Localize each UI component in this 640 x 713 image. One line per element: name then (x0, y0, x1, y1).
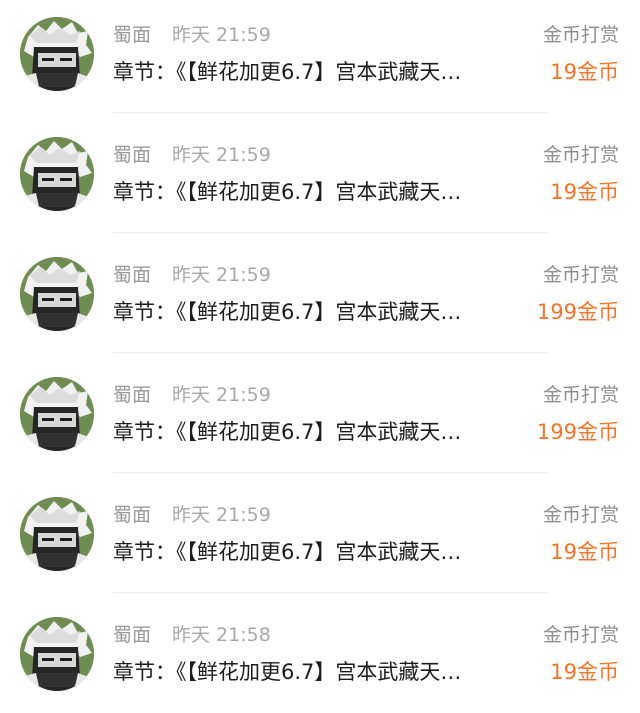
reward-amount: 19金币 (550, 180, 619, 204)
reward-amount: 19金币 (550, 60, 619, 84)
reward-type: 金币打赏 (542, 264, 619, 286)
avatar[interactable] (20, 17, 94, 91)
reward-type: 金币打赏 (542, 24, 619, 46)
user-name[interactable]: 蜀面 (113, 22, 151, 48)
list-item[interactable]: 蜀面 昨天 21:58 金币打赏 章节：《【鲜花加更6.7】宫本武藏天… 19金… (0, 593, 640, 713)
chapter-title[interactable]: 章节：《【鲜花加更6.7】宫本武藏天… (113, 537, 538, 567)
user-name[interactable]: 蜀面 (113, 502, 151, 528)
user-name[interactable]: 蜀面 (113, 262, 151, 288)
reward-time: 昨天 21:59 (172, 24, 271, 46)
list-item[interactable]: 蜀面 昨天 21:59 金币打赏 章节：《【鲜花加更6.7】宫本武藏天… 19金… (0, 0, 640, 113)
reward-amount: 199金币 (536, 420, 619, 444)
reward-amount: 19金币 (550, 660, 619, 684)
avatar[interactable] (20, 257, 94, 331)
list-item[interactable]: 蜀面 昨天 21:59 金币打赏 章节：《【鲜花加更6.7】宫本武藏天… 19金… (0, 113, 640, 233)
avatar[interactable] (20, 497, 94, 571)
reward-type: 金币打赏 (542, 144, 619, 166)
avatar[interactable] (20, 137, 94, 211)
chapter-title[interactable]: 章节：《【鲜花加更6.7】宫本武藏天… (113, 57, 538, 87)
chapter-title[interactable]: 章节：《【鲜花加更6.7】宫本武藏天… (113, 657, 538, 687)
reward-time: 昨天 21:59 (172, 384, 271, 406)
list-item[interactable]: 蜀面 昨天 21:59 金币打赏 章节：《【鲜花加更6.7】宫本武藏天… 199… (0, 233, 640, 353)
reward-list: 蜀面 昨天 21:59 金币打赏 章节：《【鲜花加更6.7】宫本武藏天… 19金… (0, 0, 640, 708)
list-item[interactable]: 蜀面 昨天 21:59 金币打赏 章节：《【鲜花加更6.7】宫本武藏天… 199… (0, 353, 640, 473)
user-name[interactable]: 蜀面 (113, 142, 151, 168)
list-item[interactable]: 蜀面 昨天 21:59 金币打赏 章节：《【鲜花加更6.7】宫本武藏天… 19金… (0, 473, 640, 593)
user-name[interactable]: 蜀面 (113, 622, 151, 648)
reward-type: 金币打赏 (542, 504, 619, 526)
avatar[interactable] (20, 377, 94, 451)
avatar[interactable] (20, 617, 94, 691)
chapter-title[interactable]: 章节：《【鲜花加更6.7】宫本武藏天… (113, 417, 538, 447)
chapter-title[interactable]: 章节：《【鲜花加更6.7】宫本武藏天… (113, 177, 538, 207)
chapter-title[interactable]: 章节：《【鲜花加更6.7】宫本武藏天… (113, 297, 538, 327)
reward-amount: 19金币 (550, 540, 619, 564)
reward-time: 昨天 21:59 (172, 264, 271, 286)
reward-time: 昨天 21:59 (172, 144, 271, 166)
user-name[interactable]: 蜀面 (113, 382, 151, 408)
reward-type: 金币打赏 (542, 624, 619, 646)
reward-type: 金币打赏 (542, 384, 619, 406)
reward-time: 昨天 21:59 (172, 504, 271, 526)
reward-amount: 199金币 (536, 300, 619, 324)
reward-time: 昨天 21:58 (172, 624, 271, 646)
